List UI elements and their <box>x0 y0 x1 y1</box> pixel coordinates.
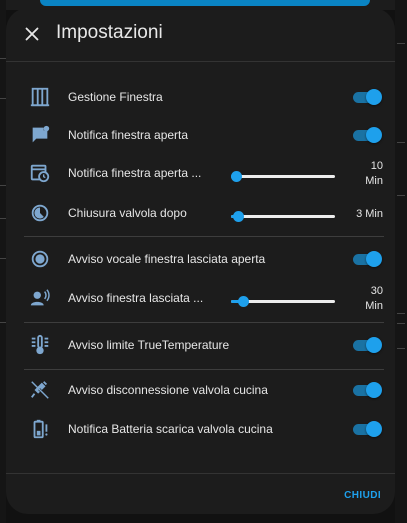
notifica-finestra-aperta-toggle[interactable] <box>352 127 382 143</box>
chiusura-valvola-slider[interactable] <box>231 210 335 222</box>
row-label: Gestione Finestra <box>68 90 163 104</box>
row-chiusura-valvola: Chiusura valvola dopo 3 Min <box>6 196 395 232</box>
row-notifica-batteria: Notifica Batteria scarica valvola cucina <box>6 412 395 448</box>
row-label: Chiusura valvola dopo <box>68 206 187 220</box>
account-voice-icon <box>29 287 51 309</box>
message-alert-icon <box>29 124 51 146</box>
gestione-finestra-toggle[interactable] <box>352 89 382 105</box>
battery-alert-icon <box>29 418 51 440</box>
row-label: Avviso disconnessione valvola cucina <box>68 383 268 397</box>
row-notifica-finestra-aperta: Notifica finestra aperta <box>6 118 395 154</box>
record-icon <box>29 248 51 270</box>
row-label: Avviso limite TrueTemperature <box>68 338 230 352</box>
thermometer-lines-icon <box>29 334 51 356</box>
dialog-title: Impostazioni <box>56 22 163 43</box>
avviso-disconnessione-toggle[interactable] <box>352 382 382 398</box>
row-gestione-finestra: Gestione Finestra <box>6 80 395 116</box>
close-dialog-button[interactable]: CHIUDI <box>344 490 381 501</box>
row-label: Notifica finestra aperta <box>68 128 189 142</box>
calendar-clock-icon <box>29 162 51 184</box>
row-avviso-disconnessione: Avviso disconnessione valvola cucina <box>6 373 395 409</box>
row-label: Avviso vocale finestra lasciata aperta <box>68 252 266 266</box>
timer-icon <box>29 202 51 224</box>
row-avviso-vocale: Avviso vocale finestra lasciata aperta <box>6 242 395 278</box>
section-divider <box>24 322 384 323</box>
section-divider <box>24 236 384 237</box>
close-button[interactable] <box>21 23 43 45</box>
header-divider <box>6 61 395 62</box>
settings-dialog: Impostazioni Gestione Finestra Notifica … <box>6 8 395 514</box>
dialog-header: Impostazioni <box>6 8 395 58</box>
notifica-delay-slider[interactable] <box>231 170 335 182</box>
footer-divider <box>6 473 395 474</box>
power-plug-off-icon <box>29 379 51 401</box>
notifica-batteria-toggle[interactable] <box>352 421 382 437</box>
row-label: Notifica Batteria scarica valvola cucina <box>68 422 273 436</box>
row-notifica-finestra-aperta-delay: Notifica finestra aperta ... 10 Min <box>6 156 395 192</box>
avviso-limite-toggle[interactable] <box>352 337 382 353</box>
row-avviso-limite-truetemperature: Avviso limite TrueTemperature <box>6 328 395 364</box>
slider-value: 3 Min <box>356 208 383 220</box>
avviso-finestra-slider[interactable] <box>231 295 335 307</box>
background-accent-bar <box>40 0 370 6</box>
window-icon <box>29 86 51 108</box>
avviso-vocale-toggle[interactable] <box>352 251 382 267</box>
row-avviso-finestra-lasciata: Avviso finestra lasciata ... 30 Min <box>6 281 395 317</box>
background-right-edge <box>395 0 407 523</box>
row-label: Avviso finestra lasciata ... <box>68 291 204 305</box>
slider-value: 10 Min <box>365 160 383 187</box>
row-label: Notifica finestra aperta ... <box>68 166 202 180</box>
slider-value: 30 Min <box>365 285 383 312</box>
section-divider <box>24 369 384 370</box>
close-icon <box>21 23 43 45</box>
